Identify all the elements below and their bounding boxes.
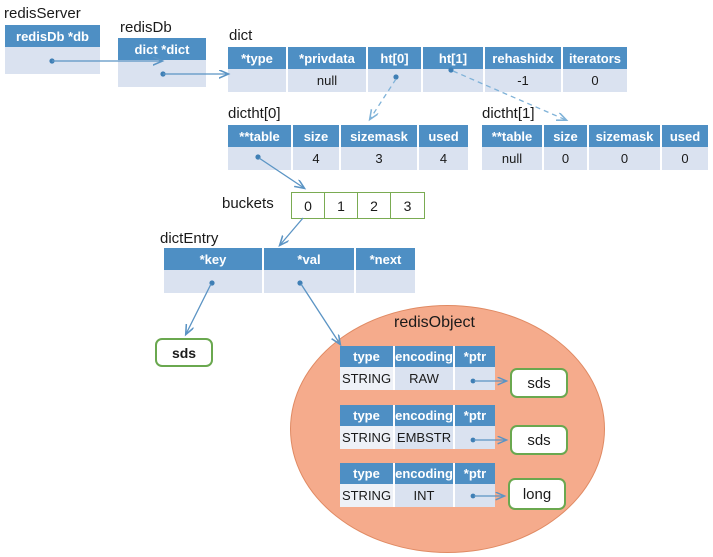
- dict-entry-header-val: *val: [264, 248, 356, 270]
- ro0-header-ptr: *ptr: [455, 346, 495, 367]
- dictht1-value-used: 0: [662, 147, 708, 170]
- ro2-value-ptr: [455, 484, 495, 507]
- redis-object-table-1: type encoding *ptr STRING EMBSTR: [340, 405, 495, 449]
- dictht1-header-size: size: [544, 125, 589, 147]
- dict-value-ht0: [368, 69, 423, 92]
- dict-value-privdata: null: [288, 69, 368, 92]
- ro1-header-encoding: encoding: [395, 405, 455, 426]
- ro1-value-encoding: EMBSTR: [395, 426, 455, 449]
- redis-server-field-value: [5, 47, 100, 74]
- dict-value-ht1: [423, 69, 485, 92]
- dictht0-header-row: **table size sizemask used: [228, 125, 468, 147]
- dict-entry-table: *key *val *next: [164, 248, 415, 293]
- dictht0-header-size: size: [293, 125, 341, 147]
- dict-header-privdata: *privdata: [288, 47, 368, 69]
- dict-header-iterators: iterators: [563, 47, 627, 69]
- dict-value-iterators: 0: [563, 69, 627, 92]
- dict-header-type: *type: [228, 47, 288, 69]
- dict-entry-label: dictEntry: [160, 230, 219, 247]
- ro2-value-type: STRING: [340, 484, 395, 507]
- dictht1-label: dictht[1]: [482, 105, 535, 122]
- redis-db-box: dict *dict: [118, 38, 206, 87]
- ro1-header-type: type: [340, 405, 395, 426]
- bucket-cell-0[interactable]: 0: [292, 193, 325, 218]
- dict-value-type: [228, 69, 288, 92]
- ro1-value-ptr: [455, 426, 495, 449]
- redis-server-label: redisServer: [4, 5, 81, 22]
- bucket-cell-2[interactable]: 2: [358, 193, 391, 218]
- ro0-value-type: STRING: [340, 367, 395, 390]
- redis-object-table-0: type encoding *ptr STRING RAW: [340, 346, 495, 390]
- redis-object-value-row-1: STRING EMBSTR: [340, 426, 495, 449]
- dictht0-value-row: 4 3 4: [228, 147, 468, 170]
- redis-object-header-row-1: type encoding *ptr: [340, 405, 495, 426]
- dictht1-header-sizemask: sizemask: [589, 125, 662, 147]
- ro2-value-encoding: INT: [395, 484, 455, 507]
- redis-object-target-0: sds: [510, 368, 568, 398]
- dictht1-value-sizemask: 0: [589, 147, 662, 170]
- redis-object-target-1: sds: [510, 425, 568, 455]
- dictht1-value-size: 0: [544, 147, 589, 170]
- redis-object-target-2: long: [508, 478, 566, 510]
- dictht1-value-table: null: [482, 147, 544, 170]
- ro2-header-encoding: encoding: [395, 463, 455, 484]
- dictht1-header-row: **table size sizemask used: [482, 125, 708, 147]
- dict-entry-value-key: [164, 270, 264, 293]
- dictht0-value-table: [228, 147, 293, 170]
- dict-entry-value-next: [356, 270, 415, 293]
- dictht0-value-size: 4: [293, 147, 341, 170]
- redis-object-value-row-2: STRING INT: [340, 484, 495, 507]
- ro0-header-type: type: [340, 346, 395, 367]
- redis-object-value-row-0: STRING RAW: [340, 367, 495, 390]
- dict-label: dict: [229, 27, 253, 44]
- redis-object-header-row-2: type encoding *ptr: [340, 463, 495, 484]
- dict-entry-value-row: [164, 270, 415, 293]
- dictht0-table: **table size sizemask used 4 3 4: [228, 125, 468, 170]
- dictht0-label: dictht[0]: [228, 105, 281, 122]
- dict-value-row: null -1 0: [228, 69, 627, 92]
- buckets-strip: 0 1 2 3: [291, 192, 425, 219]
- dictht1-header-table: **table: [482, 125, 544, 147]
- redis-server-box: redisDb *db: [5, 25, 100, 74]
- diagram-canvas: redisServer redisDb *db redisDb dict *di…: [0, 0, 713, 557]
- redis-db-label: redisDb: [120, 19, 172, 36]
- ro0-value-encoding: RAW: [395, 367, 455, 390]
- redis-object-table-2: type encoding *ptr STRING INT: [340, 463, 495, 507]
- dictht1-value-row: null 0 0 0: [482, 147, 708, 170]
- dictht1-table: **table size sizemask used null 0 0 0: [482, 125, 708, 170]
- dictht0-value-used: 4: [419, 147, 468, 170]
- ro1-value-type: STRING: [340, 426, 395, 449]
- buckets-label: buckets: [222, 195, 274, 212]
- dict-table: *type *privdata ht[0] ht[1] rehashidx it…: [228, 47, 627, 92]
- dict-header-ht1: ht[1]: [423, 47, 485, 69]
- redis-db-field-value: [118, 60, 206, 87]
- redis-db-field-header: dict *dict: [118, 38, 206, 60]
- ro2-header-ptr: *ptr: [455, 463, 495, 484]
- bucket-cell-3[interactable]: 3: [391, 193, 424, 218]
- bucket-cell-1[interactable]: 1: [325, 193, 358, 218]
- dict-header-rehashidx: rehashidx: [485, 47, 563, 69]
- redis-object-header-row-0: type encoding *ptr: [340, 346, 495, 367]
- dict-entry-value-val: [264, 270, 356, 293]
- ro0-value-ptr: [455, 367, 495, 390]
- dictht0-header-used: used: [419, 125, 468, 147]
- ro1-header-ptr: *ptr: [455, 405, 495, 426]
- redis-object-title: redisObject: [394, 314, 475, 331]
- dict-value-rehashidx: -1: [485, 69, 563, 92]
- dictht0-header-table: **table: [228, 125, 293, 147]
- dict-entry-header-row: *key *val *next: [164, 248, 415, 270]
- ro0-header-encoding: encoding: [395, 346, 455, 367]
- dictht1-header-used: used: [662, 125, 708, 147]
- ro2-header-type: type: [340, 463, 395, 484]
- redis-server-field-header: redisDb *db: [5, 25, 100, 47]
- dict-header-ht0: ht[0]: [368, 47, 423, 69]
- key-sds-box: sds: [155, 338, 213, 367]
- dictht0-header-sizemask: sizemask: [341, 125, 419, 147]
- dict-header-row: *type *privdata ht[0] ht[1] rehashidx it…: [228, 47, 627, 69]
- dictht0-value-sizemask: 3: [341, 147, 419, 170]
- dict-entry-header-next: *next: [356, 248, 415, 270]
- dict-entry-header-key: *key: [164, 248, 264, 270]
